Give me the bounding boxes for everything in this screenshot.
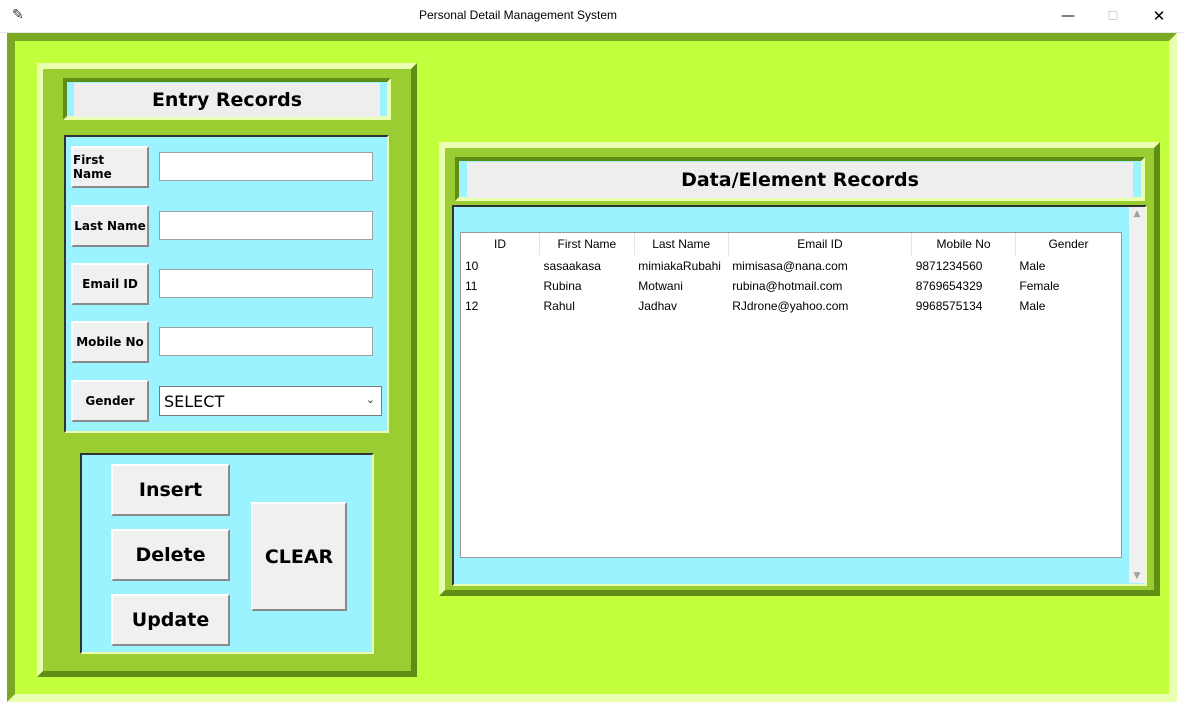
column-header-email-id[interactable]: Email ID	[728, 233, 913, 256]
column-header-id[interactable]: ID	[461, 233, 541, 256]
cell-id: 11	[465, 279, 478, 293]
cell-id: 12	[465, 299, 479, 313]
first-name-input[interactable]	[159, 152, 373, 181]
close-button[interactable]: ✕	[1136, 0, 1182, 32]
cell-gender: Male	[1019, 299, 1046, 313]
chevron-down-icon: ⌄	[365, 393, 375, 406]
update-button[interactable]: Update	[111, 594, 230, 646]
last-name-label: Last Name	[71, 205, 149, 247]
table-row[interactable]: 11 Rubina Motwani rubina@hotmail.com 876…	[461, 276, 1121, 296]
cell-first-name: sasaakasa	[543, 259, 601, 273]
cell-email-id: rubina@hotmail.com	[732, 279, 843, 293]
mobile-no-input[interactable]	[159, 327, 373, 356]
gender-label: Gender	[71, 380, 149, 422]
title-bar: ✎ Personal Detail Management System — ☐ …	[0, 0, 1185, 33]
cell-mobile-no: 9968575134	[915, 299, 983, 313]
table-header-row: ID First Name Last Name Email ID Mobile …	[461, 233, 1121, 256]
column-header-mobile-no[interactable]: Mobile No	[911, 233, 1016, 256]
cell-last-name: Jadhav	[638, 299, 677, 313]
mobile-no-label: Mobile No	[71, 321, 149, 363]
column-header-last-name[interactable]: Last Name	[634, 233, 729, 256]
minimize-button[interactable]: —	[1045, 0, 1091, 32]
entry-heading: Entry Records	[74, 83, 380, 117]
cell-id: 10	[465, 259, 479, 273]
window-title: Personal Detail Management System	[418, 8, 618, 22]
column-header-gender[interactable]: Gender	[1015, 233, 1121, 256]
scroll-down-icon[interactable]: ▼	[1129, 571, 1145, 581]
delete-button[interactable]: Delete	[111, 529, 230, 581]
cell-first-name: Rubina	[543, 279, 582, 293]
clear-button[interactable]: CLEAR	[251, 502, 347, 611]
cell-mobile-no: 9871234560	[915, 259, 983, 273]
gender-select-value: SELECT	[164, 392, 225, 411]
last-name-input[interactable]	[159, 211, 373, 240]
gender-select[interactable]: SELECT ⌄	[159, 386, 382, 416]
column-header-first-name[interactable]: First Name	[539, 233, 635, 256]
email-id-label: Email ID	[71, 263, 149, 305]
vertical-scrollbar[interactable]: ▲ ▼	[1129, 207, 1145, 583]
cell-email-id: mimisasa@nana.com	[732, 259, 848, 273]
table-row[interactable]: 10 sasaakasa mimiakaRubahi mimisasa@nana…	[461, 256, 1121, 277]
maximize-button[interactable]: ☐	[1090, 0, 1136, 32]
cell-gender: Female	[1019, 279, 1060, 293]
first-name-label: First Name	[71, 146, 149, 188]
email-id-input[interactable]	[159, 269, 373, 298]
insert-button[interactable]: Insert	[111, 464, 230, 516]
scroll-up-icon[interactable]: ▲	[1129, 209, 1145, 219]
cell-first-name: Rahul	[543, 299, 575, 313]
records-table[interactable]: ID First Name Last Name Email ID Mobile …	[460, 232, 1122, 558]
cell-last-name: Motwani	[638, 279, 683, 293]
cell-mobile-no: 8769654329	[915, 279, 983, 293]
table-row[interactable]: 12 Rahul Jadhav RJdrone@yahoo.com 996857…	[461, 296, 1121, 316]
cell-last-name: mimiakaRubahi	[638, 259, 721, 273]
cell-email-id: RJdrone@yahoo.com	[732, 299, 849, 313]
cell-gender: Male	[1019, 259, 1046, 273]
records-heading: Data/Element Records	[467, 162, 1133, 198]
